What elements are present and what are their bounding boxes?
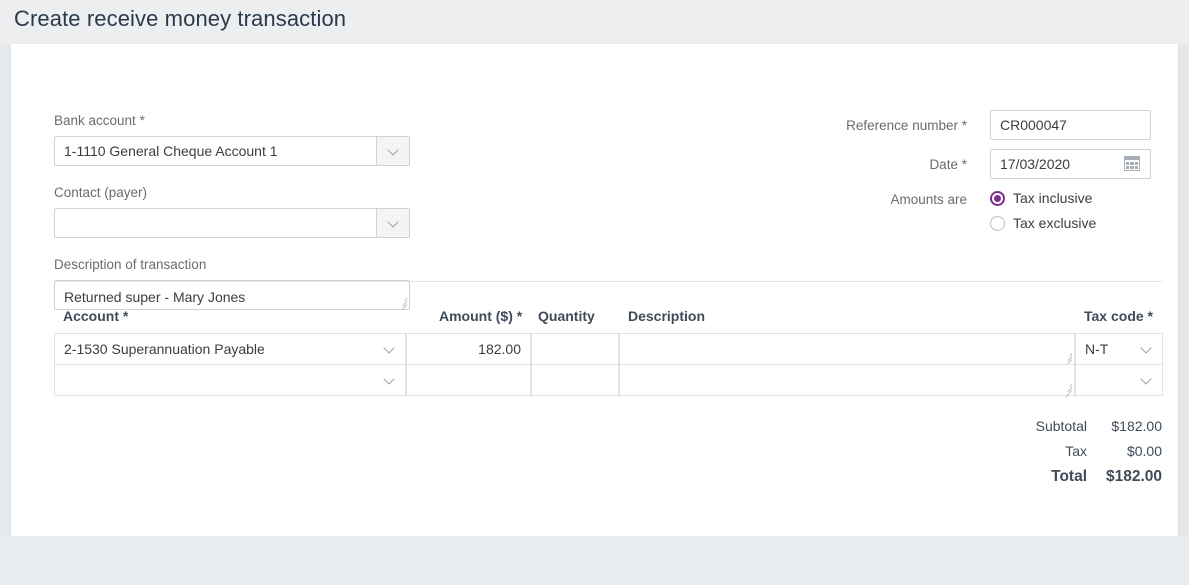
resize-handle-icon[interactable] [1061, 382, 1073, 398]
table-row-1-amount-cell[interactable]: 182.00 [406, 333, 531, 365]
reference-number-label: Reference number * [846, 118, 967, 133]
reference-number-value: CR000047 [1000, 117, 1067, 133]
table-row-2-amount-cell[interactable] [406, 364, 531, 396]
table-row-1-tax-code-cell[interactable]: N-T [1075, 333, 1163, 365]
chevron-down-icon[interactable] [383, 342, 395, 354]
calendar-icon[interactable] [1124, 156, 1140, 171]
chevron-down-icon[interactable] [1140, 373, 1152, 385]
amounts-are-label: Amounts are [890, 192, 967, 207]
description-value: Returned super - Mary Jones [64, 289, 246, 305]
bank-account-combo[interactable]: 1-1110 General Cheque Account 1 [54, 136, 410, 166]
contact-input[interactable] [54, 208, 376, 238]
total-value: $182.00 [1105, 468, 1162, 485]
chevron-down-icon [387, 216, 399, 228]
receive-money-transaction-window: Create receive money transaction Bank ac… [0, 0, 1189, 585]
window-titlebar: Create receive money transaction [0, 0, 1189, 44]
column-header-quantity: Quantity [538, 308, 595, 324]
row-1-account-value: 2-1530 Superannuation Payable [64, 341, 265, 357]
row-1-amount-value: 182.00 [478, 341, 521, 357]
chevron-down-icon [387, 144, 399, 156]
column-header-amount: Amount ($) * [439, 308, 523, 324]
column-header-account: Account * [63, 308, 129, 324]
table-row-2-account-cell[interactable] [54, 364, 406, 396]
description-label: Description of transaction [54, 257, 207, 272]
reference-number-input[interactable]: CR000047 [990, 110, 1151, 140]
date-value: 17/03/2020 [1000, 156, 1071, 172]
section-divider [54, 281, 1162, 282]
bank-account-dropdown-button[interactable] [376, 136, 410, 166]
date-label: Date * [929, 157, 967, 172]
page-title: Create receive money transaction [14, 6, 347, 31]
chevron-down-icon[interactable] [383, 373, 395, 385]
table-row-1-quantity-cell[interactable] [531, 333, 619, 365]
description-textarea[interactable]: Returned super - Mary Jones [54, 280, 410, 310]
total-label: Total [1051, 468, 1087, 485]
resize-handle-icon[interactable] [396, 296, 408, 309]
tax-exclusive-label: Tax exclusive [1013, 215, 1097, 231]
row-1-tax-code-value: N-T [1085, 341, 1109, 357]
chevron-down-icon[interactable] [1140, 342, 1152, 354]
table-row-2-description-cell[interactable] [619, 364, 1075, 398]
contact-combo[interactable] [54, 208, 410, 238]
date-input[interactable]: 17/03/2020 [990, 149, 1151, 179]
tax-label: Tax [1065, 443, 1087, 459]
bank-account-value: 1-1110 General Cheque Account 1 [64, 143, 278, 159]
table-row-1-description-cell[interactable] [619, 333, 1075, 367]
tax-inclusive-label: Tax inclusive [1013, 190, 1093, 206]
resize-handle-icon[interactable] [1061, 351, 1073, 367]
subtotal-value: $182.00 [1111, 418, 1162, 434]
tax-exclusive-radio[interactable] [990, 216, 1005, 231]
tax-value: $0.00 [1126, 443, 1162, 459]
table-row-2-tax-code-cell[interactable] [1075, 364, 1163, 396]
table-row-1-account-cell[interactable]: 2-1530 Superannuation Payable [54, 333, 406, 365]
contact-dropdown-button[interactable] [376, 208, 410, 238]
contact-label: Contact (payer) [54, 185, 148, 200]
column-header-tax-code: Tax code * [1084, 308, 1153, 324]
bank-account-label: Bank account * [54, 113, 145, 128]
form-card: Bank account * 1-1110 General Cheque Acc… [11, 44, 1178, 536]
subtotal-label: Subtotal [1035, 418, 1087, 434]
bank-account-input[interactable]: 1-1110 General Cheque Account 1 [54, 136, 376, 166]
table-row-2-quantity-cell[interactable] [531, 364, 619, 396]
column-header-description: Description [628, 308, 706, 324]
tax-inclusive-radio[interactable] [990, 191, 1005, 206]
dialog-footer: Cancel Record [0, 536, 1189, 585]
